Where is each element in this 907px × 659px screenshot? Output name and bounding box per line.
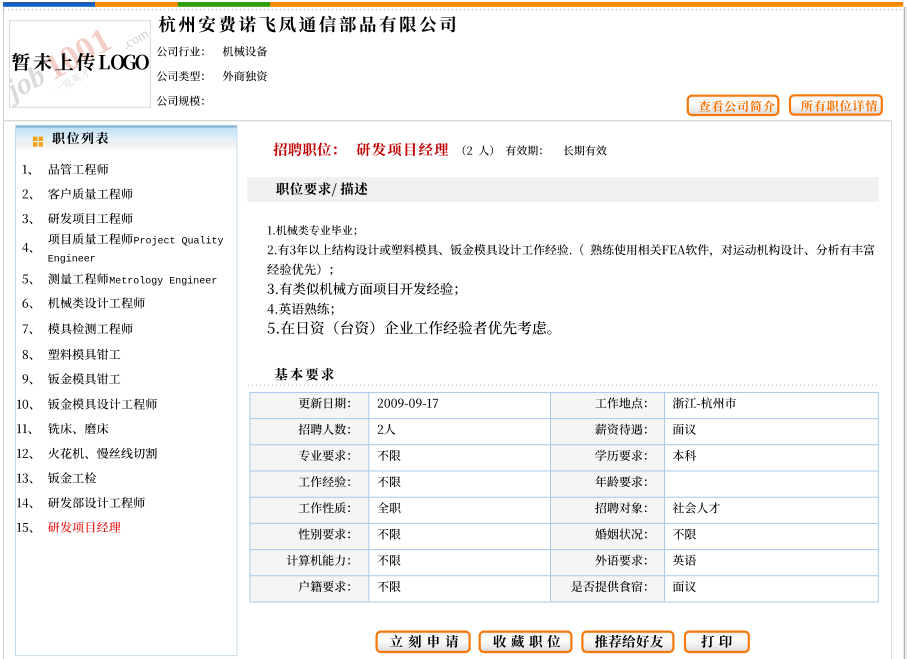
- svg-text:Project Quality: Project Quality: [134, 235, 224, 247]
- svg-text:Metrology Engineer: Metrology Engineer: [109, 275, 217, 287]
- svg-text:Engineer: Engineer: [48, 253, 96, 265]
